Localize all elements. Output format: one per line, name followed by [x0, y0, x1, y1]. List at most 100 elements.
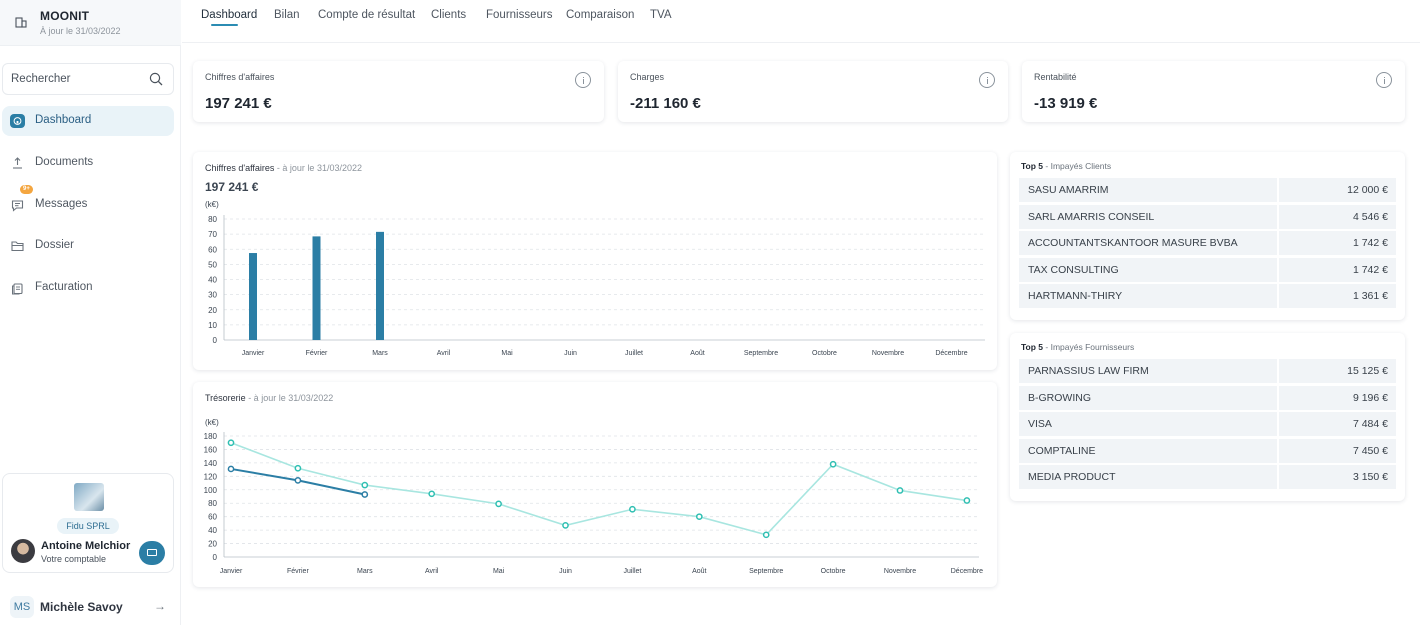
row-name: MEDIA PRODUCT	[1019, 465, 1277, 489]
user-menu[interactable]: MS Michèle Savoy →	[0, 590, 181, 624]
kpi-value: -13 919 €	[1034, 95, 1098, 112]
building-icon	[15, 17, 27, 28]
sidebar-item-label: Messages	[35, 198, 88, 210]
table-row[interactable]: SASU AMARRIM 12 000 €	[1019, 178, 1396, 202]
y-tick-label: 60	[208, 513, 217, 522]
sidebar-item-label: Documents	[35, 156, 94, 168]
info-icon[interactable]	[979, 72, 995, 88]
firm-badge: Fidu SPRL	[57, 518, 119, 534]
sidebar: MOONIT À jour le 31/03/2022 Rechercher D…	[0, 0, 181, 625]
invoice-icon	[12, 283, 23, 295]
kpi-value: -211 160 €	[630, 95, 701, 112]
x-tick-label: Juin	[559, 568, 572, 575]
treasury-chart-card: Trésorerie - à jour le 31/03/2022 (k€) 0 2…	[193, 382, 997, 587]
user-name: Michèle Savoy	[40, 600, 123, 614]
data-point	[829, 460, 837, 468]
kpi-card-profitability: Rentabilité -13 919 €	[1022, 61, 1405, 122]
data-point	[762, 531, 770, 539]
message-icon	[11, 200, 24, 212]
search-icon	[149, 72, 163, 86]
y-tick-label: 60	[208, 245, 217, 254]
accountant-role: Votre comptable	[41, 554, 107, 564]
data-point	[562, 522, 569, 529]
accountant-name: Antoine Melchior	[41, 540, 131, 552]
row-amount: 7 450 €	[1279, 438, 1396, 463]
y-tick-label: 100	[204, 486, 218, 495]
sidebar-item-dashboard[interactable]: Dashboard	[2, 106, 174, 136]
sidebar-item-documents[interactable]: Documents	[2, 148, 174, 178]
top5-clients-card: Top 5 - Impayés Clients SASU AMARRIM 12 0…	[1010, 152, 1405, 320]
tab-compte-de-resultat[interactable]: Compte de résultat	[318, 9, 415, 21]
x-tick-label: Août	[690, 350, 704, 357]
user-avatar: MS	[10, 596, 34, 618]
brand-name: MOONIT	[40, 9, 90, 23]
sidebar-item-messages[interactable]: 9+ Messages	[2, 185, 174, 220]
table-row[interactable]: COMPTALINE 7 450 €	[1019, 438, 1396, 463]
x-tick-label: Février	[287, 568, 309, 575]
tab-dashboard[interactable]: Dashboard	[201, 9, 257, 21]
search-input[interactable]: Rechercher	[2, 63, 174, 95]
data-point	[495, 500, 502, 508]
table-row[interactable]: SARL AMARRIS CONSEIL 4 546 €	[1019, 204, 1396, 229]
y-tick-label: 40	[208, 526, 217, 535]
tab-fournisseurs[interactable]: Fournisseurs	[486, 9, 552, 21]
x-tick-label: Novembre	[872, 350, 904, 357]
x-tick-label: Septembre	[744, 350, 778, 357]
contact-accountant-button[interactable]	[139, 541, 165, 565]
search-placeholder: Rechercher	[11, 73, 71, 85]
accountant-card: Fidu SPRL Antoine Melchior Votre comptab…	[2, 473, 174, 573]
table-row[interactable]: ACCOUNTANTSKANTOOR MASURE BVBA 1 742 €	[1019, 231, 1396, 255]
tab-tva[interactable]: TVA	[650, 9, 672, 21]
row-name: HARTMANN-THIRY	[1019, 284, 1277, 308]
table-row[interactable]: B-GROWING 9 196 €	[1019, 385, 1396, 410]
data-point	[227, 439, 235, 447]
data-point	[896, 487, 904, 494]
table-row[interactable]: TAX CONSULTING 1 742 €	[1019, 257, 1396, 282]
upload-icon	[13, 157, 22, 169]
row-name: VISA	[1019, 412, 1277, 436]
table-row[interactable]: PARNASSIUS LAW FIRM 15 125 €	[1019, 359, 1396, 383]
y-tick-label: 140	[204, 459, 218, 468]
data-point	[963, 497, 971, 504]
x-tick-label: Mars	[372, 350, 388, 357]
x-tick-label: Décembre	[935, 350, 967, 357]
x-tick-label: Mars	[357, 568, 373, 575]
brand-header: MOONIT À jour le 31/03/2022	[0, 0, 181, 46]
y-tick-label: 120	[204, 472, 218, 481]
bar	[376, 231, 384, 340]
row-name: SASU AMARRIM	[1019, 178, 1277, 202]
data-point	[294, 464, 302, 472]
tab-bilan[interactable]: Bilan	[274, 9, 300, 21]
tab-clients[interactable]: Clients	[431, 9, 466, 21]
row-amount: 12 000 €	[1279, 178, 1396, 202]
row-amount: 4 546 €	[1279, 204, 1396, 229]
table-row[interactable]: HARTMANN-THIRY 1 361 €	[1019, 284, 1396, 308]
x-tick-label: Novembre	[884, 568, 916, 575]
y-tick-label: 80	[208, 215, 217, 224]
x-tick-label: Février	[306, 350, 328, 357]
tab-comparaison[interactable]: Comparaison	[566, 9, 634, 21]
sidebar-item-label: Dossier	[35, 239, 74, 251]
x-tick-label: Mai	[501, 350, 513, 357]
row-amount: 1 742 €	[1279, 231, 1396, 255]
sidebar-item-dossier[interactable]: Dossier	[2, 231, 174, 261]
sidebar-item-facturation[interactable]: Facturation	[2, 273, 174, 303]
row-amount: 1 742 €	[1279, 257, 1396, 282]
row-name: TAX CONSULTING	[1019, 257, 1277, 282]
row-amount: 15 125 €	[1279, 359, 1396, 383]
info-icon[interactable]	[1376, 72, 1392, 88]
home-icon	[10, 114, 25, 128]
table-row[interactable]: MEDIA PRODUCT 3 150 €	[1019, 465, 1396, 489]
info-icon[interactable]	[575, 72, 591, 88]
x-tick-label: Août	[692, 568, 706, 575]
y-unit-label: (k€)	[205, 418, 219, 427]
data-point	[428, 490, 436, 498]
table-row[interactable]: VISA 7 484 €	[1019, 412, 1396, 436]
x-tick-label: Juillet	[623, 568, 641, 575]
kpi-label: Rentabilité	[1034, 72, 1077, 82]
data-point	[629, 505, 636, 513]
top5-title: Top 5 - Impayés Clients	[1021, 161, 1112, 171]
bar	[249, 253, 257, 340]
data-point	[361, 481, 369, 489]
active-tab-indicator	[211, 24, 238, 26]
